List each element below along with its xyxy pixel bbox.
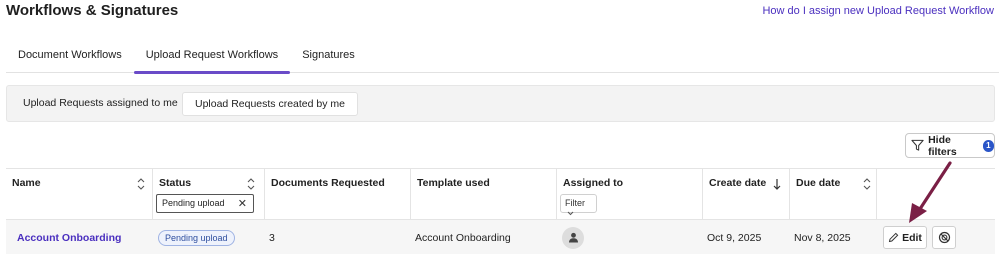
status-filter-input[interactable]: Pending upload ✕ — [156, 194, 254, 213]
avatar — [562, 226, 584, 249]
column-header-name[interactable]: Name — [6, 169, 152, 219]
row-template-used: Account Onboarding — [415, 231, 511, 244]
tab-bar: Document Workflows Upload Request Workfl… — [6, 40, 999, 74]
row-name-cell: Account Onboarding — [17, 220, 121, 254]
tab-document-workflows[interactable]: Document Workflows — [6, 40, 134, 73]
status-filter-value: Pending upload — [162, 198, 225, 208]
column-create-date-label: Create date — [709, 177, 767, 189]
clear-icon[interactable]: ✕ — [238, 197, 247, 210]
column-header-status[interactable]: Status Pending upload ✕ — [152, 169, 264, 219]
subtab-created-by-me[interactable]: Upload Requests created by me — [182, 92, 358, 116]
subtab-assigned-to-me[interactable]: Upload Requests assigned to me — [11, 92, 190, 116]
table-row[interactable]: Account Onboarding Pending upload 3 Acco… — [6, 219, 995, 254]
column-assigned-to-label: Assigned to — [563, 177, 624, 189]
pencil-icon — [888, 232, 899, 243]
column-header-actions — [876, 169, 995, 219]
column-documents-requested-label: Documents Requested — [271, 177, 385, 189]
request-name-link[interactable]: Account Onboarding — [17, 232, 121, 244]
row-create-date: Oct 9, 2025 — [707, 231, 762, 244]
column-header-assigned-to: Assigned to Filter — [556, 169, 702, 219]
assigned-to-filter-label: Filter — [565, 198, 585, 208]
edit-button-label: Edit — [902, 231, 922, 244]
row-documents-requested: 3 — [269, 231, 275, 244]
column-template-used-label: Template used — [417, 177, 490, 189]
block-icon — [938, 231, 950, 244]
help-link[interactable]: How do I assign new Upload Request Workf… — [762, 5, 994, 17]
user-icon — [568, 232, 578, 243]
cancel-request-button[interactable] — [932, 226, 956, 249]
tab-upload-request-workflows[interactable]: Upload Request Workflows — [133, 40, 291, 74]
funnel-icon — [911, 139, 924, 151]
hide-filters-button[interactable]: Hide filters 1 — [905, 133, 995, 158]
edit-button[interactable]: Edit — [883, 226, 927, 249]
assigned-to-filter-dropdown[interactable]: Filter — [560, 194, 597, 216]
row-status-cell: Pending upload — [158, 220, 235, 254]
column-name-label: Name — [12, 177, 41, 189]
column-due-date-label: Due date — [796, 177, 841, 189]
sort-updown-icon[interactable] — [247, 178, 255, 190]
chevron-down-icon — [567, 211, 574, 216]
row-due-date: Nov 8, 2025 — [794, 231, 851, 244]
hide-filters-label: Hide filters — [928, 133, 957, 158]
column-header-create-date[interactable]: Create date — [702, 169, 789, 219]
arrow-down-icon[interactable] — [773, 178, 781, 190]
column-header-due-date[interactable]: Due date — [789, 169, 876, 219]
filter-count-badge: 1 — [982, 139, 994, 152]
table-header: Name Status Pending upload ✕ Documents R… — [6, 168, 995, 219]
subtab-bar: Upload Requests assigned to me Upload Re… — [6, 85, 995, 122]
column-header-template-used: Template used — [410, 169, 556, 219]
sort-updown-icon[interactable] — [137, 178, 145, 190]
row-assigned-to-cell — [562, 220, 584, 254]
column-status-label: Status — [159, 177, 192, 189]
status-badge: Pending upload — [158, 229, 235, 246]
page-title: Workflows & Signatures — [6, 2, 179, 19]
column-header-documents-requested: Documents Requested — [264, 169, 410, 219]
tab-signatures[interactable]: Signatures — [290, 40, 367, 73]
sort-updown-icon[interactable] — [863, 178, 871, 190]
